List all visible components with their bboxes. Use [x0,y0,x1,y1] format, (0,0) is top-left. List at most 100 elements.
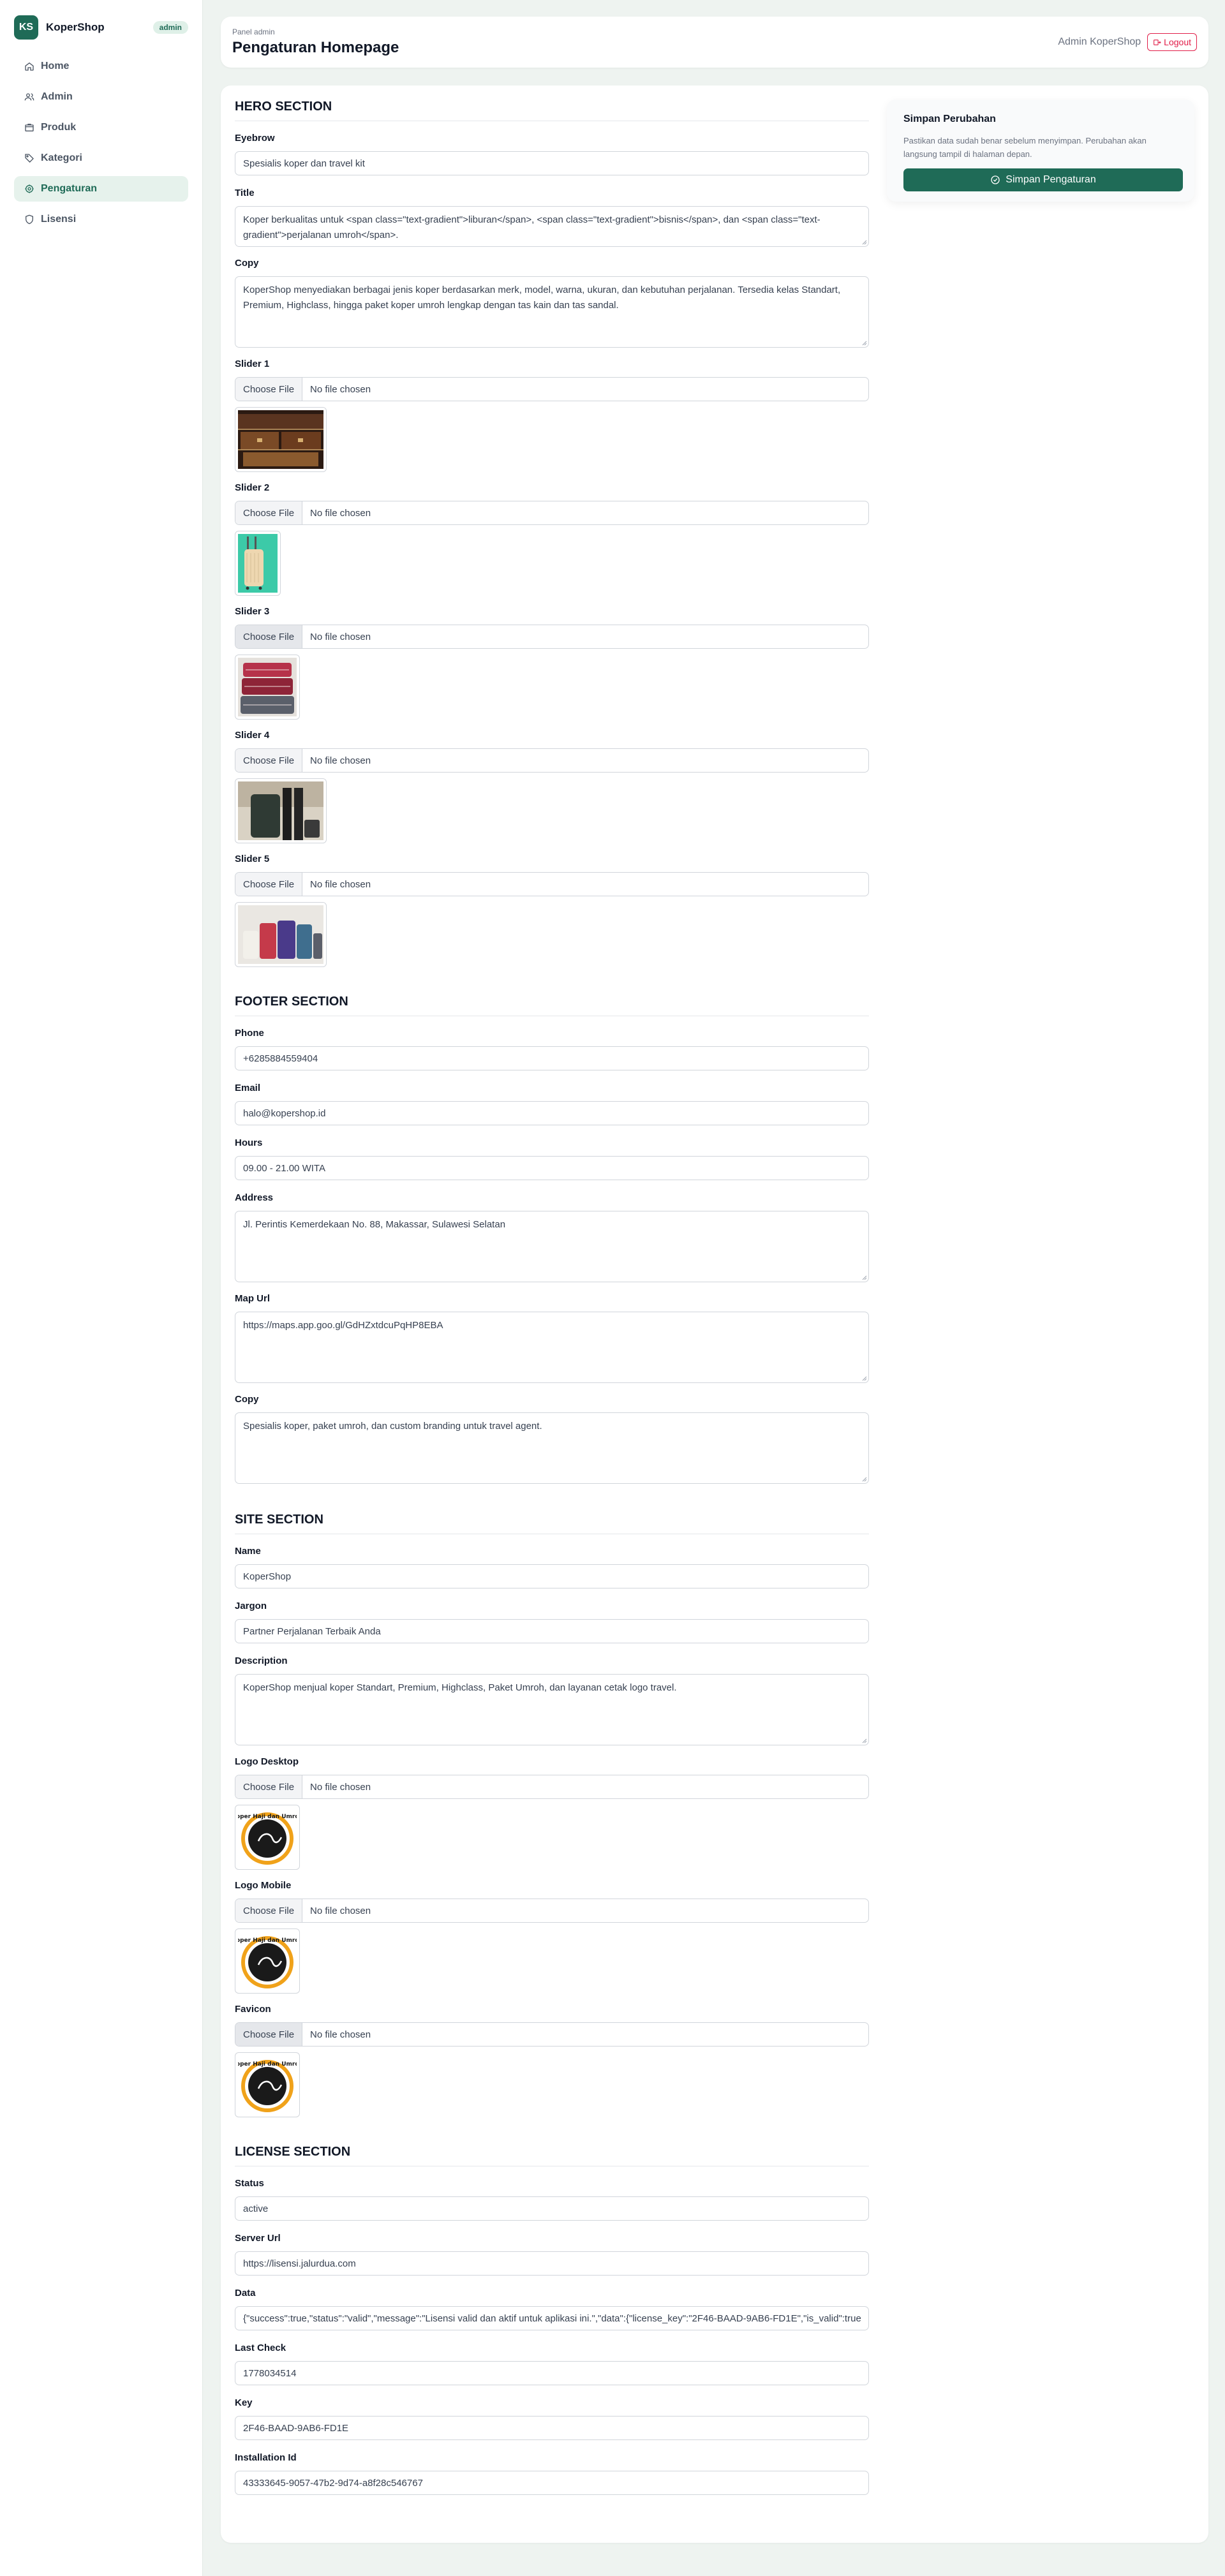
sidebar-item-label: Home [41,61,70,71]
save-panel-description: Pastikan data sudah benar sebelum menyim… [903,136,1147,159]
installation-id-input[interactable]: 43333645-9057-47b2-9d74-a8f28c546767 [235,2471,869,2495]
home-icon [24,61,34,71]
panel-label: Panel admin [232,27,275,36]
server-url-label: Server Url [235,2233,281,2244]
choose-file-button[interactable]: Choose File [235,625,303,648]
logo-mobile-file-input[interactable]: Choose File No file chosen [235,1899,869,1923]
brand-logo-image: Koper Haji dan Umroh [238,1808,297,1867]
resize-grip-icon[interactable] [861,1274,867,1280]
sidebar: KS KoperShop admin Home Admin Produk Kat… [0,0,203,2576]
status-input[interactable]: active [235,2196,869,2221]
server-url-input[interactable]: https://lisensi.jalurdua.com [235,2251,869,2276]
resize-grip-icon[interactable] [861,1375,867,1381]
site-name-input[interactable]: KoperShop [235,1564,869,1588]
save-settings-button[interactable]: Simpan Pengaturan [903,168,1183,191]
slider-4-preview [235,778,327,843]
page-title: Pengaturan Homepage [232,39,399,56]
resize-grip-icon[interactable] [861,1476,867,1482]
sidebar-item-kategori[interactable]: Kategori [14,145,188,171]
eyebrow-label: Eyebrow [235,133,275,144]
sidebar-item-home[interactable]: Home [14,54,188,79]
admin-name: Admin KoperShop [1058,36,1141,47]
hero-title-value: Koper berkualitas untuk <span class="tex… [243,214,820,241]
users-icon [24,92,34,102]
favicon-label: Favicon [235,2004,271,2015]
file-status: No file chosen [310,507,371,519]
gear-icon [24,184,34,194]
shield-icon [24,214,34,225]
description-value: KoperShop menjual koper Standart, Premiu… [243,1682,677,1693]
choose-file-button[interactable]: Choose File [235,501,303,524]
sidebar-item-label: Produk [41,122,77,133]
logo-desktop-label: Logo Desktop [235,1756,299,1767]
jargon-input[interactable]: Partner Perjalanan Terbaik Anda [235,1619,869,1643]
tag-icon [24,153,34,163]
key-input[interactable]: 2F46-BAAD-9AB6-FD1E [235,2416,869,2440]
sidebar-item-lisensi[interactable]: Lisensi [14,207,188,232]
box-icon [24,122,34,133]
description-textarea[interactable]: KoperShop menjual koper Standart, Premiu… [235,1674,869,1745]
map-url-value: https://maps.app.goo.gl/GdHZxtdcuPqHP8EB… [243,1320,443,1331]
sidebar-item-label: Lisensi [41,214,77,225]
site-section-title: SITE SECTION [235,1513,869,1534]
logo-desktop-preview: Koper Haji dan Umroh [235,1805,300,1870]
email-input[interactable]: halo@kopershop.id [235,1101,869,1125]
file-status: No file chosen [310,631,371,642]
footer-copy-textarea[interactable]: Spesialis koper, paket umroh, dan custom… [235,1412,869,1484]
favicon-file-input[interactable]: Choose File No file chosen [235,2022,869,2047]
resize-grip-icon[interactable] [861,1737,867,1743]
logo-mobile-preview: Koper Haji dan Umroh [235,1928,300,1994]
slider-2-label: Slider 2 [235,482,270,493]
choose-file-button[interactable]: Choose File [235,749,303,772]
sidebar-item-admin[interactable]: Admin [14,84,188,110]
license-section-title: LICENSE SECTION [235,2145,869,2166]
brand[interactable]: KS KoperShop admin [14,15,188,40]
hero-title-textarea[interactable]: Koper berkualitas untuk <span class="tex… [235,206,869,247]
save-button-label: Simpan Pengaturan [1006,174,1096,185]
file-status: No file chosen [310,755,371,766]
save-panel-title: Simpan Perubahan [903,114,996,124]
sidebar-item-pengaturan[interactable]: Pengaturan [14,176,188,202]
slider-1-file-input[interactable]: Choose File No file chosen [235,377,869,401]
traveler-suitcase-image [238,781,323,840]
slider-3-label: Slider 3 [235,606,270,617]
eyebrow-input[interactable]: Spesialis koper dan travel kit [235,151,869,175]
hero-copy-textarea[interactable]: KoperShop menyediakan berbagai jenis kop… [235,276,869,348]
save-panel: Simpan Perubahan Pastikan data sudah ben… [887,100,1194,202]
logo-desktop-file-input[interactable]: Choose File No file chosen [235,1775,869,1799]
email-label: Email [235,1083,261,1093]
choose-file-button[interactable]: Choose File [235,1775,303,1798]
phone-input[interactable]: +6285884559404 [235,1046,869,1070]
top-bar: Panel admin Pengaturan Homepage Admin Ko… [221,17,1208,68]
slider-4-file-input[interactable]: Choose File No file chosen [235,748,869,773]
map-url-textarea[interactable]: https://maps.app.goo.gl/GdHZxtdcuPqHP8EB… [235,1312,869,1383]
slider-5-file-input[interactable]: Choose File No file chosen [235,872,869,896]
choose-file-button[interactable]: Choose File [235,873,303,896]
slider-5-label: Slider 5 [235,854,270,864]
slider-2-file-input[interactable]: Choose File No file chosen [235,501,869,525]
resize-grip-icon[interactable] [861,239,867,245]
logout-button[interactable]: Logout [1147,33,1197,51]
choose-file-button[interactable]: Choose File [235,1899,303,1922]
hero-copy-label: Copy [235,258,259,269]
sidebar-item-produk[interactable]: Produk [14,115,188,140]
resize-grip-icon[interactable] [861,339,867,346]
slider-4-label: Slider 4 [235,730,270,741]
choose-file-button[interactable]: Choose File [235,378,303,401]
slider-3-file-input[interactable]: Choose File No file chosen [235,625,869,649]
data-input[interactable]: {"success":true,"status":"valid","messag… [235,2306,869,2330]
last-check-input[interactable]: 1778034514 [235,2361,869,2385]
status-label: Status [235,2178,264,2189]
choose-file-button[interactable]: Choose File [235,2023,303,2046]
favicon-preview: Koper Haji dan Umroh [235,2052,300,2117]
brand-logo: KS [14,15,38,40]
logo-mobile-label: Logo Mobile [235,1880,292,1891]
brand-name: KoperShop [46,21,105,33]
map-url-label: Map Url [235,1293,271,1304]
settings-card: HERO SECTION Eyebrow Spesialis koper dan… [221,85,1208,2543]
address-textarea[interactable]: Jl. Perintis Kemerdekaan No. 88, Makassa… [235,1211,869,1282]
address-value: Jl. Perintis Kemerdekaan No. 88, Makassa… [243,1219,506,1230]
role-badge: admin [152,21,188,34]
user-area: Admin KoperShop Logout [1058,33,1197,51]
hours-input[interactable]: 09.00 - 21.00 WITA [235,1156,869,1180]
